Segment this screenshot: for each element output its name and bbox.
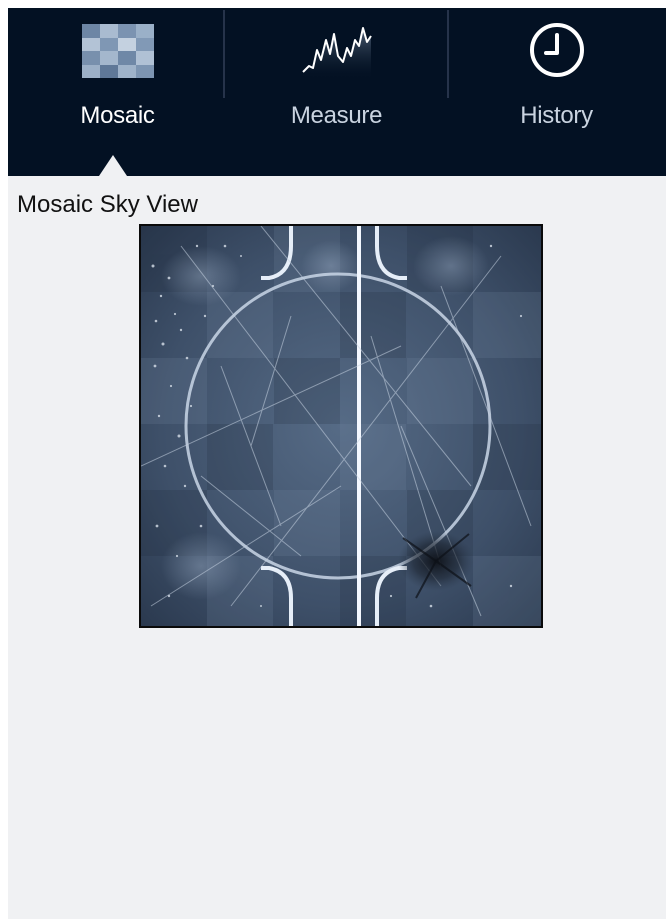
tab-history-label: History xyxy=(520,102,593,129)
spectrum-graph-icon xyxy=(301,27,372,78)
tab-bar: Mosaic Measure History xyxy=(8,8,666,176)
tab-measure[interactable]: Measure xyxy=(227,8,446,176)
tab-measure-label: Measure xyxy=(290,102,383,129)
sky-view-picture xyxy=(141,226,541,626)
app-window: Mosaic Measure History Mosaic Sky View xyxy=(8,8,666,919)
tab-mosaic[interactable]: Mosaic xyxy=(8,8,227,176)
clock-icon xyxy=(529,23,584,77)
tab-mosaic-label: Mosaic xyxy=(80,102,155,129)
selected-tab-indicator xyxy=(99,155,127,176)
mosaic-grid-icon xyxy=(81,24,154,78)
tab-divider xyxy=(223,10,225,98)
page-title: Mosaic Sky View xyxy=(17,191,198,218)
mosaic-sky-view-image[interactable] xyxy=(139,224,543,628)
tab-history[interactable]: History xyxy=(447,8,666,176)
